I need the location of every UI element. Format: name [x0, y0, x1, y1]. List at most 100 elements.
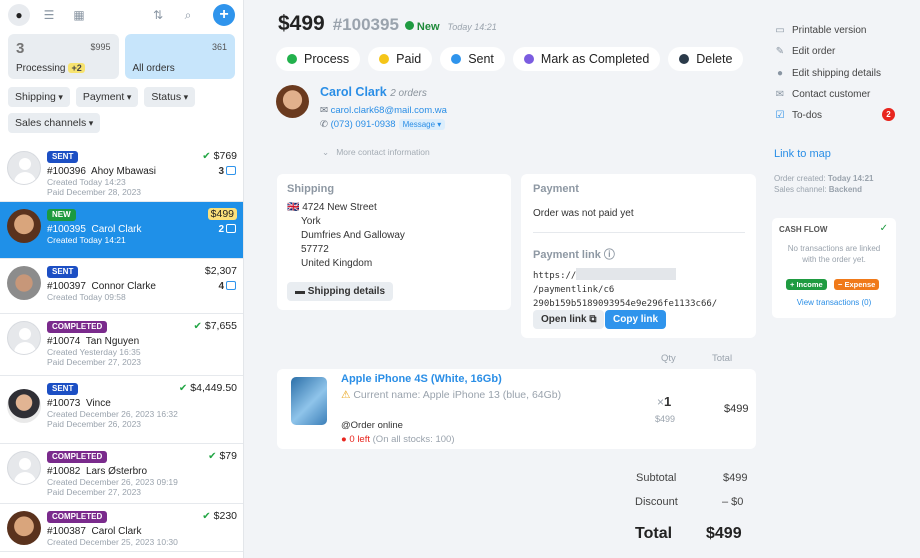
view-transactions-link[interactable]: View transactions (0) — [772, 298, 896, 307]
order-created-info: Order created: Today 14:21 Sales channel… — [774, 173, 873, 195]
order-created: Created Today 14:23 — [47, 177, 126, 187]
list-view-icon[interactable]: ☰ — [38, 4, 60, 26]
expense-button[interactable]: − Expense — [834, 279, 880, 290]
more-contact-info[interactable]: ⌄ More contact information — [322, 147, 430, 158]
todos-link[interactable]: ☑ To-dos — [774, 110, 823, 121]
order-list-item[interactable]: COMPLETED ✔ $230 #100387 Carol Clark Created… — [0, 504, 243, 552]
external-link-icon: ⧉ — [589, 314, 597, 325]
customer-name: Carol Clark — [91, 526, 142, 537]
customer-email[interactable]: carol.clark68@mail.com.wa — [331, 105, 447, 116]
customer-name: Connor Clarke — [91, 281, 156, 292]
payment-title: Payment — [533, 183, 579, 195]
order-list-item[interactable]: COMPLETED ✔ $7,655 #10074 Tan Nguyen Created… — [0, 314, 243, 376]
order-title: #10082 Lars Østerbro — [47, 466, 236, 477]
filter-payment[interactable]: Payment — [75, 87, 139, 107]
shipping-title: Shipping — [287, 183, 335, 195]
contact-customer-link[interactable]: ✉ Contact customer — [774, 89, 871, 100]
customer-phone[interactable]: (073) 091-0938 — [331, 119, 396, 130]
product-warning: Current name: Apple iPhone 13 (blue, 64G… — [353, 389, 562, 401]
sort-icon[interactable]: ⇅ — [147, 4, 169, 26]
order-amount: $2,307 — [205, 265, 237, 277]
payment-card: Payment Order was not paid yet Payment l… — [521, 174, 756, 338]
todos-count-badge: 2 — [882, 108, 895, 121]
processing-badge: +2 — [68, 63, 85, 73]
order-amount: $499 — [207, 208, 237, 220]
order-title: #10074 Tan Nguyen — [47, 336, 236, 347]
user-view-icon[interactable]: ● — [8, 4, 30, 26]
total-label: Total — [635, 525, 673, 542]
processing-amount: $995 — [90, 42, 111, 52]
order-title: #100387 Carol Clark — [47, 526, 236, 537]
income-label: Income — [796, 280, 823, 289]
paid-button[interactable]: Paid — [368, 47, 433, 71]
open-link-label: Open link — [541, 314, 587, 325]
filter-shipping[interactable]: Shipping — [8, 87, 70, 107]
status-badge: SENT — [47, 383, 79, 395]
sent-button[interactable]: Sent — [440, 47, 505, 71]
product-source: @Order online — [341, 420, 403, 431]
order-paid: Paid December 26, 2023 — [47, 419, 142, 429]
search-icon[interactable]: ⌕ — [177, 4, 199, 26]
todos-label: To-dos — [792, 110, 823, 121]
order-list-item[interactable]: SENT $2,307 #100397 Connor Clarke 4 Created … — [0, 259, 243, 314]
paid-check-icon: ✔ — [193, 321, 202, 332]
action-label: Paid — [396, 52, 422, 66]
printable-version-link[interactable]: ▭ Printable version — [774, 25, 866, 36]
cash-flow-title: CASH FLOW — [779, 225, 828, 234]
all-orders-label: All orders — [132, 63, 175, 74]
subtotal-label: Subtotal — [636, 472, 677, 484]
edit-shipping-link[interactable]: ● Edit shipping details — [774, 68, 881, 79]
message-label: Message — [402, 120, 436, 129]
mark-as-completed-button[interactable]: Mark as Completed — [512, 47, 661, 71]
order-list-item[interactable]: NEW $499 #100395 Carol Clark 2 Created Today… — [0, 202, 243, 259]
order-list-item[interactable]: SENT ✔ $769 #100396 Ahoy Mbawasi 3 Created To… — [0, 144, 243, 202]
shipping-details-button[interactable]: ▬ Shipping details — [287, 282, 394, 301]
expense-label: Expense — [844, 280, 876, 289]
message-button[interactable]: Message ▾ — [398, 119, 446, 130]
payment-status: Order was not paid yet — [533, 208, 634, 219]
income-button[interactable]: + Income — [786, 279, 827, 290]
order-created: Created December 25, 2023 10:30 — [47, 537, 178, 547]
table-view-icon[interactable]: ▦ — [68, 4, 90, 26]
status-dot-icon — [379, 54, 390, 64]
status-dot-icon — [523, 54, 534, 64]
edit-shipping-label: Edit shipping details — [792, 68, 881, 79]
todo-icon: ☑ — [775, 110, 785, 121]
shipping-card: Shipping 🇬🇧 4724 New Street York Dumfries … — [277, 174, 511, 310]
order-number: #100397 — [47, 281, 86, 292]
order-amount-value: $769 — [213, 150, 237, 162]
order-created: Created Today 09:58 — [47, 292, 126, 302]
all-orders-stat[interactable]: 🛒︎ 361 All orders — [124, 34, 235, 79]
customer-avatar — [7, 266, 41, 300]
payment-divider — [533, 232, 745, 233]
contact-customer-label: Contact customer — [792, 89, 871, 100]
stock-note: (On all stocks: 100) — [372, 434, 455, 445]
item-unit-price: $499 — [655, 414, 676, 424]
link-to-map[interactable]: Link to map — [774, 148, 831, 160]
item-count: 2 — [218, 224, 236, 235]
customer-name[interactable]: Carol Clark — [320, 85, 387, 99]
order-list-item[interactable]: SENT ✔ $4,449.50 #10073 Vince Created Decemb… — [0, 376, 243, 444]
subtotal-value: $499 — [723, 472, 748, 484]
order-list-item[interactable]: COMPLETED ✔ $79 #10082 Lars Østerbro Created… — [0, 444, 243, 504]
product-name[interactable]: Apple iPhone 4S (White, 16Gb) — [341, 373, 502, 385]
order-number: #100395 — [47, 224, 86, 235]
delete-button[interactable]: Delete — [668, 47, 744, 71]
shipping-details-label: Shipping details — [307, 286, 386, 297]
item-count: 3 — [218, 166, 236, 177]
discount-value: – $0 — [722, 496, 744, 508]
copy-link-button[interactable]: Copy link — [605, 310, 667, 329]
order-amount-value: $79 — [219, 450, 237, 462]
add-order-button[interactable]: + — [213, 4, 235, 26]
payment-link-end: /paymentlink/c6 — [533, 285, 615, 295]
processing-stat[interactable]: 3 $995 Processing +2 — [8, 34, 119, 79]
channel-label: Sales channel: — [774, 185, 827, 194]
edit-order-link[interactable]: ✎ Edit order — [774, 46, 836, 57]
filter-status[interactable]: Status — [144, 87, 196, 107]
process-button[interactable]: Process — [276, 47, 361, 71]
order-amount-value: $499 — [207, 208, 237, 220]
filter-sales-channels[interactable]: Sales channels — [8, 113, 101, 133]
customer-name: Tan Nguyen — [85, 336, 140, 347]
open-link-button[interactable]: Open link ⧉ — [533, 310, 605, 329]
order-number: #10082 — [47, 466, 81, 477]
